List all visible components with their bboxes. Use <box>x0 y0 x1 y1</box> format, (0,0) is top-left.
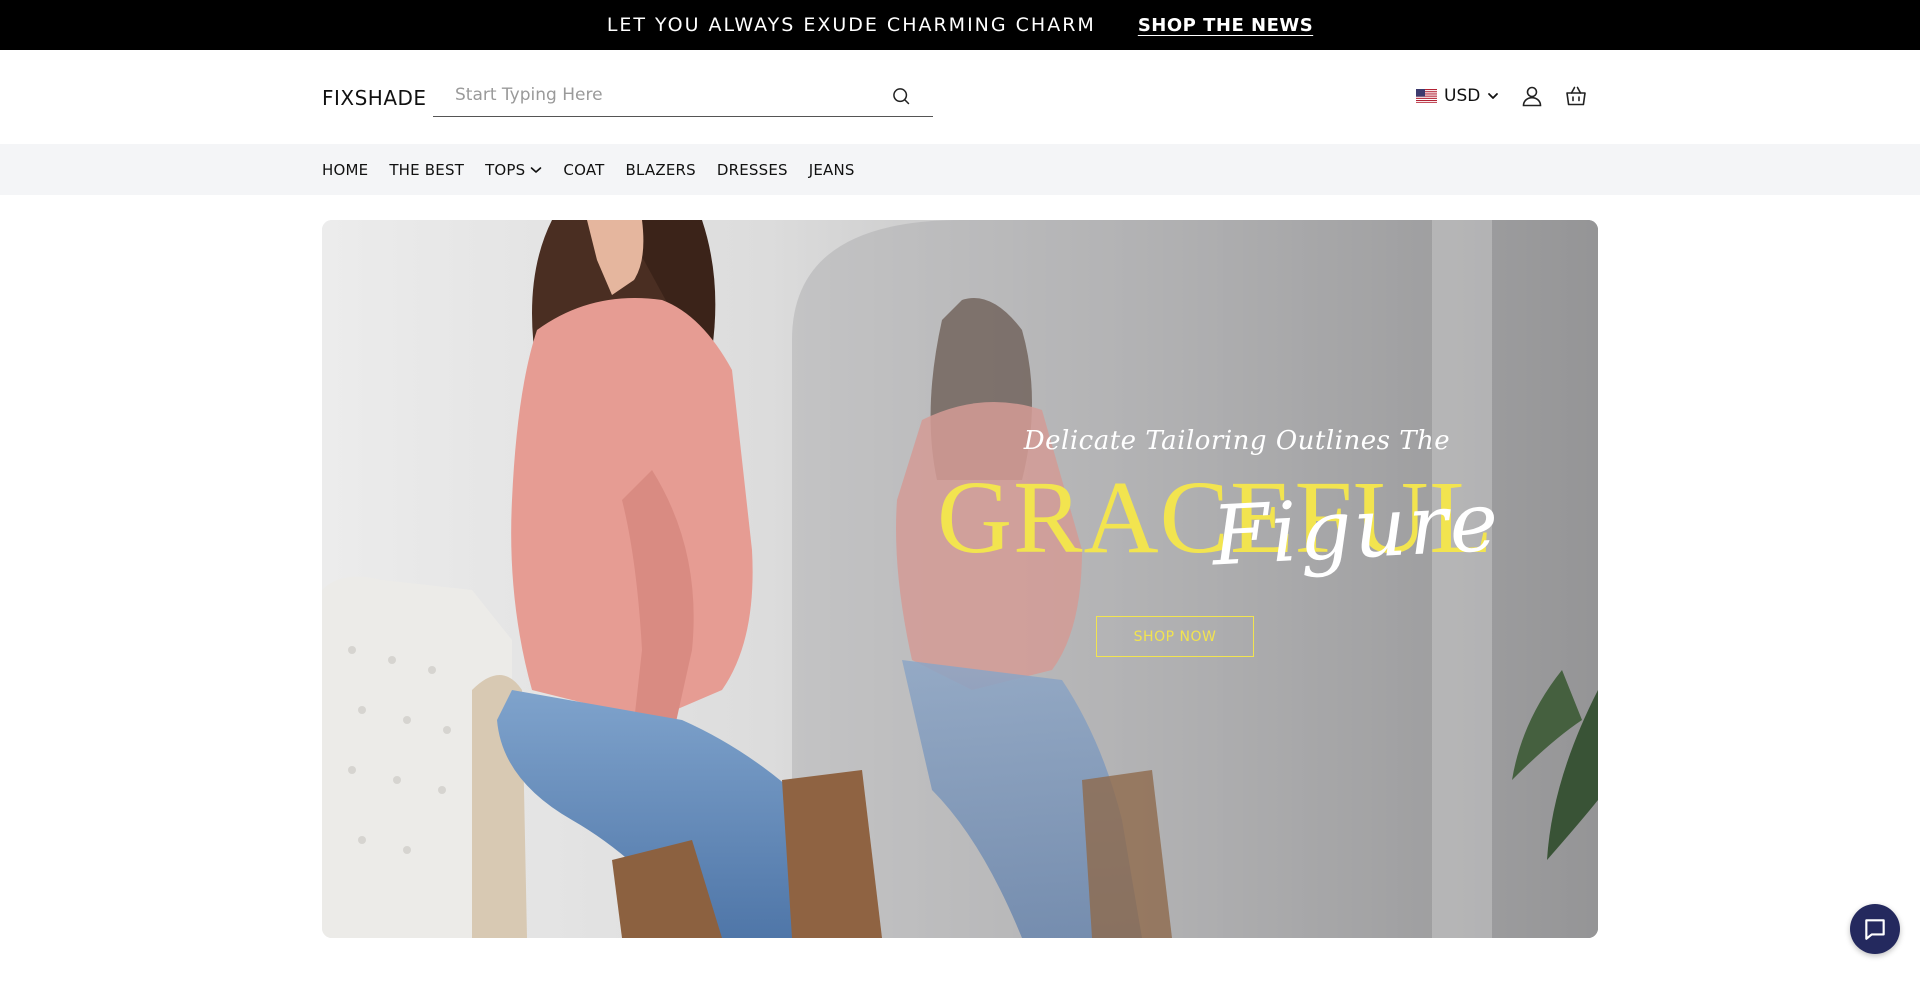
nav-item-dresses[interactable]: DRESSES <box>717 161 788 179</box>
nav-item-label: DRESSES <box>716 160 788 179</box>
nav-item-jeans[interactable]: JEANS <box>809 161 855 179</box>
search-bar <box>433 74 933 117</box>
us-flag-icon <box>1416 89 1437 103</box>
nav-item-blazers[interactable]: BLAZERS <box>625 161 695 179</box>
nav-item-home[interactable]: HOME <box>322 161 368 179</box>
search-input[interactable] <box>433 85 873 105</box>
nav-item-label: HOME <box>322 160 369 179</box>
shop-now-button[interactable]: SHOP NOW <box>1096 616 1254 657</box>
chevron-down-icon <box>1488 93 1499 99</box>
chat-widget-button[interactable] <box>1850 904 1900 954</box>
shop-the-news-link[interactable]: SHOP THE NEWS <box>1138 15 1313 36</box>
hero-banner[interactable]: Delicate Tailoring Outlines The GRACEFUL… <box>322 220 1598 938</box>
chevron-down-icon <box>531 166 542 173</box>
nav-item-coat[interactable]: COAT <box>563 161 604 179</box>
hero-script-text: Figure <box>1209 474 1503 585</box>
shopping-bag-icon[interactable] <box>1564 84 1588 108</box>
currency-label: USD <box>1444 86 1481 106</box>
site-logo[interactable]: FIXSHADE <box>322 86 427 110</box>
hero-photo <box>322 220 1598 938</box>
search-icon[interactable] <box>891 86 911 106</box>
nav-item-label: COAT <box>563 160 605 179</box>
announcement-message: LET YOU ALWAYS EXUDE CHARMING CHARM <box>606 14 1096 36</box>
main-nav: HOME THE BEST TOPS COAT BLAZERS DRESSES … <box>0 144 1920 195</box>
nav-item-label: THE BEST <box>389 160 465 179</box>
site-header: FIXSHADE USD <box>0 50 1920 144</box>
user-icon[interactable] <box>1520 84 1544 108</box>
nav-item-label: JEANS <box>808 160 855 179</box>
nav-item-the-best[interactable]: THE BEST <box>389 161 464 179</box>
nav-item-tops[interactable]: TOPS <box>485 161 542 179</box>
nav-item-label: BLAZERS <box>625 160 696 179</box>
chat-bubble-icon <box>1865 919 1885 940</box>
hero-tagline: Delicate Tailoring Outlines The <box>1023 426 1451 456</box>
nav-item-label: TOPS <box>485 160 526 179</box>
nav-list: HOME THE BEST TOPS COAT BLAZERS DRESSES … <box>322 144 876 195</box>
currency-selector[interactable]: USD <box>1416 86 1499 106</box>
announcement-bar: LET YOU ALWAYS EXUDE CHARMING CHARM SHOP… <box>0 0 1920 50</box>
